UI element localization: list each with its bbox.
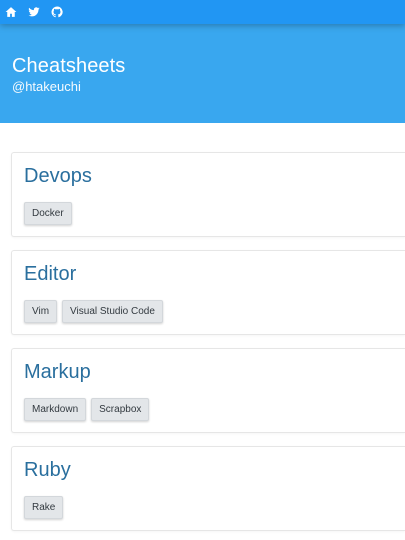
section-title: Devops [24, 165, 92, 187]
github-icon[interactable] [50, 6, 63, 19]
tag-list: Rake [24, 496, 405, 519]
tag-scrapbox[interactable]: Scrapbox [91, 398, 150, 421]
home-icon[interactable] [4, 6, 17, 19]
tag-markdown[interactable]: Markdown [24, 398, 87, 421]
tag-docker[interactable]: Docker [24, 202, 72, 225]
hero-header: Cheatsheets @htakeuchi [0, 24, 405, 123]
tag-rake[interactable]: Rake [24, 496, 64, 519]
tag-list: Markdown Scrapbox [24, 398, 405, 421]
sections-list: Devops Docker Editor Vim Visual Studio C… [0, 123, 405, 531]
top-nav-bar [0, 0, 405, 24]
section-title: Editor [24, 263, 77, 285]
tag-vim[interactable]: Vim [24, 300, 58, 323]
section-card-markup: Markup Markdown Scrapbox [11, 348, 405, 433]
tag-list: Docker [24, 202, 405, 225]
author-handle[interactable]: @htakeuchi [12, 79, 393, 95]
section-card-devops: Devops Docker [11, 152, 405, 237]
section-card-ruby: Ruby Rake [11, 446, 405, 531]
page-title: Cheatsheets [12, 55, 126, 77]
section-card-editor: Editor Vim Visual Studio Code [11, 250, 405, 335]
tag-list: Vim Visual Studio Code [24, 300, 405, 323]
section-title: Ruby [24, 459, 71, 481]
section-title: Markup [24, 361, 91, 383]
twitter-icon[interactable] [27, 6, 40, 19]
tag-visual-studio-code[interactable]: Visual Studio Code [62, 300, 163, 323]
